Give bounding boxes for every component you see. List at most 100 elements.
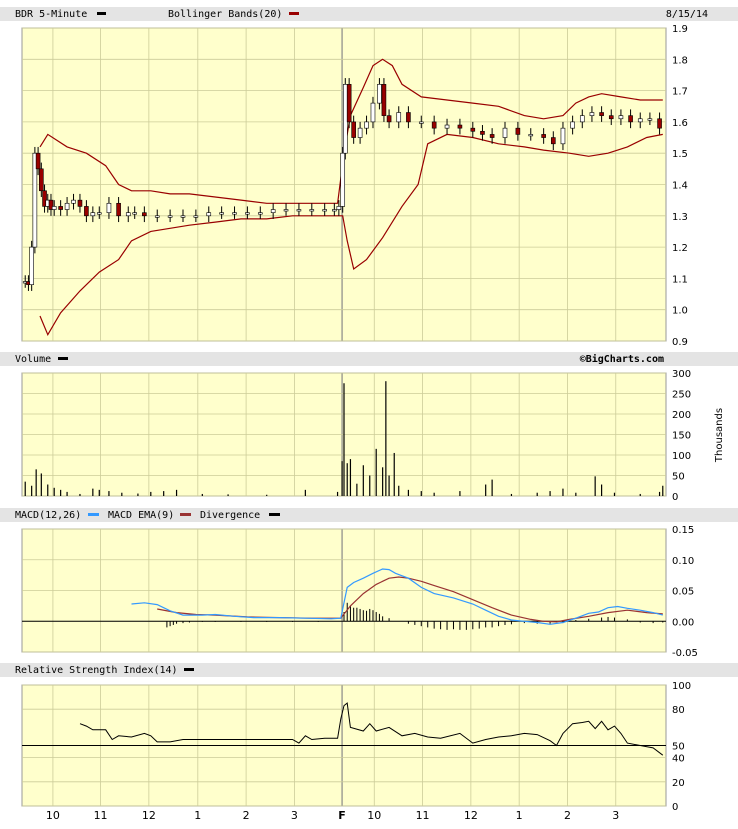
- bollinger-legend-key: [289, 12, 299, 15]
- candle-body-63: [570, 121, 575, 129]
- xtick-0: 10: [46, 809, 60, 822]
- ytick-0-4: 1.3: [672, 212, 688, 223]
- xtick-4: 2: [243, 809, 250, 822]
- candle-body-62: [560, 127, 566, 145]
- price-legend-label: BDR 5-Minute: [15, 9, 87, 20]
- xtick-6: F: [338, 809, 346, 822]
- candle-body-14: [84, 206, 89, 217]
- candle-body-64: [579, 115, 585, 123]
- candle-body-48: [396, 112, 402, 123]
- candle-body-60: [541, 134, 546, 138]
- candle-body-31: [270, 209, 276, 213]
- bollinger-legend-label: Bollinger Bands(20): [168, 9, 282, 20]
- xtick-9: 12: [464, 809, 478, 822]
- candle-body-54: [470, 127, 476, 132]
- ytick-2-2: 0.05: [672, 587, 694, 598]
- ytick-0-6: 1.5: [672, 149, 688, 160]
- ytick-0-7: 1.6: [672, 118, 688, 129]
- ytick-3-5: 100: [672, 681, 691, 692]
- candle-body-36: [332, 209, 337, 212]
- candle-body-55: [480, 130, 485, 135]
- candle-body-28: [232, 212, 237, 215]
- candle-body-65: [589, 112, 595, 116]
- candle-body-37: [336, 206, 342, 210]
- candle-body-50: [418, 121, 424, 124]
- divergence-legend-label: Divergence: [200, 510, 260, 521]
- ytick-0-8: 1.7: [672, 87, 688, 98]
- ytick-3-1: 20: [672, 778, 685, 789]
- ytick-1-1: 50: [672, 472, 685, 483]
- candle-body-69: [628, 115, 633, 123]
- candle-body-45: [377, 84, 382, 104]
- candle-body-51: [431, 121, 437, 129]
- candle-body-71: [647, 118, 653, 121]
- ytick-1-0: 0: [672, 492, 678, 503]
- volume-axis-unit: Thousands: [714, 408, 725, 463]
- bigcharts-watermark: ©BigCharts.com: [580, 353, 664, 365]
- ytick-1-3: 150: [672, 431, 691, 442]
- ytick-1-5: 250: [672, 390, 691, 401]
- candle-body-19: [125, 212, 131, 217]
- ytick-2-1: 0.10: [672, 556, 694, 567]
- macd-legend-key: [88, 513, 99, 516]
- candle-body-24: [180, 215, 186, 218]
- candle-body-43: [364, 121, 369, 129]
- ytick-0-1: 1.0: [672, 306, 688, 317]
- candle-body-26: [206, 212, 212, 217]
- candle-body-9: [51, 206, 57, 210]
- candle-body-30: [257, 212, 263, 215]
- chart-date: 8/15/14: [666, 9, 708, 20]
- candle-body-57: [502, 127, 508, 138]
- candle-body-46: [381, 84, 387, 116]
- candle-body-13: [77, 199, 83, 207]
- rsi-legend-label: Relative Strength Index(14): [15, 665, 178, 676]
- xtick-8: 11: [416, 809, 430, 822]
- ytick-0-0: 0.9: [672, 337, 688, 348]
- volume-legend-key: [58, 357, 68, 360]
- candle-body-11: [64, 202, 70, 210]
- macd-ema-legend-label: MACD EMA(9): [108, 510, 174, 521]
- ytick-2-4: -0.05: [672, 648, 698, 659]
- candle-body-58: [515, 127, 521, 135]
- ytick-2-3: 0.00: [672, 617, 694, 628]
- candle-body-35: [322, 209, 327, 212]
- candle-body-23: [167, 215, 173, 218]
- price-legend-key: [97, 12, 106, 15]
- candle-body-16: [96, 212, 102, 215]
- candle-body-5: [39, 168, 44, 192]
- panel-header-strip-0: [0, 7, 738, 21]
- candle-body-42: [357, 127, 363, 138]
- candle-body-17: [106, 202, 112, 213]
- candle-body-52: [444, 124, 450, 129]
- candle-body-25: [193, 215, 199, 218]
- candle-body-33: [296, 209, 302, 212]
- xtick-1: 11: [94, 809, 108, 822]
- macd-legend-label: MACD(12,26): [15, 510, 81, 521]
- xtick-7: 10: [367, 809, 381, 822]
- ytick-0-3: 1.2: [672, 243, 688, 254]
- candle-body-70: [637, 118, 643, 123]
- ytick-3-0: 0: [672, 802, 678, 813]
- candle-body-38: [340, 152, 346, 207]
- candle-body-21: [142, 212, 147, 217]
- candle-body-44: [370, 102, 376, 123]
- candle-body-15: [90, 212, 96, 217]
- candle-body-61: [550, 137, 556, 145]
- candle-body-66: [599, 112, 604, 116]
- candle-body-47: [386, 115, 392, 123]
- ytick-3-2: 40: [672, 754, 685, 765]
- macd-ema-legend-key: [180, 513, 191, 516]
- divergence-legend-key: [269, 513, 280, 516]
- xtick-12: 3: [612, 809, 619, 822]
- candle-body-2: [29, 246, 34, 285]
- candle-body-34: [309, 209, 315, 212]
- ytick-0-9: 1.8: [672, 55, 688, 66]
- candle-body-18: [116, 202, 121, 217]
- xtick-5: 3: [291, 809, 298, 822]
- candle-body-39: [342, 84, 348, 154]
- candle-body-53: [457, 124, 463, 129]
- bigcharts-svg: BDR 5-Minute Bollinger Bands(20) 8/15/14 Vo…: [0, 7, 738, 822]
- candle-body-56: [489, 134, 495, 138]
- xtick-2: 12: [142, 809, 156, 822]
- rsi-legend-key: [184, 668, 194, 671]
